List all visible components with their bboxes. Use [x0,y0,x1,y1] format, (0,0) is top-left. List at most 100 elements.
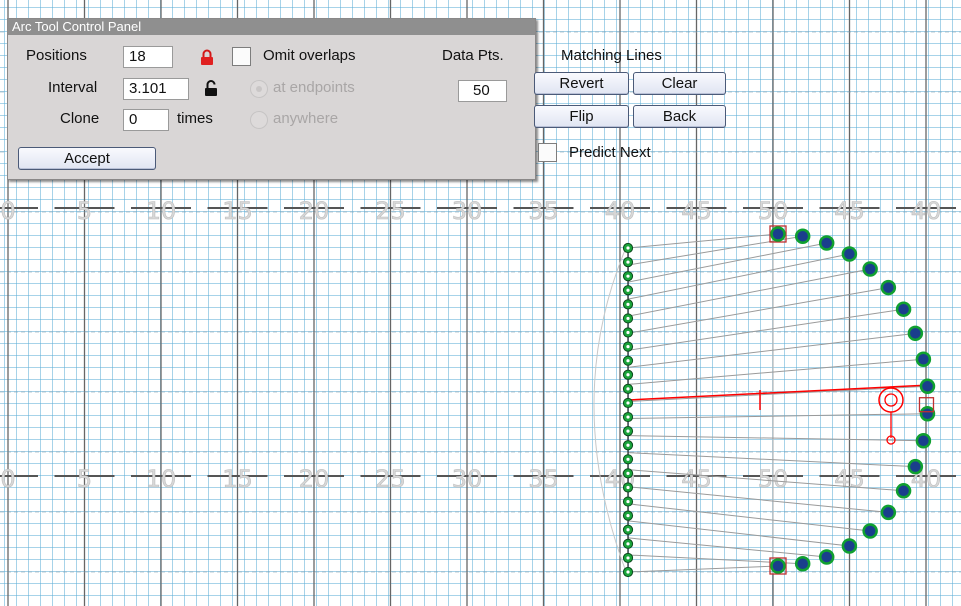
arc-pivot-inner [884,393,898,407]
marcher-dot-arc[interactable] [895,301,912,317]
lock-closed-icon[interactable] [200,49,214,70]
yard-number-bottom: 5 [77,465,92,493]
marcher-dot-center [626,316,630,321]
yard-number-top: 0 [0,197,15,225]
times-label: times [177,110,213,127]
marcher-dot-arc[interactable] [841,246,858,262]
yard-number-top: 10 [146,197,177,225]
marcher-dot-arc[interactable] [770,558,786,574]
marcher-dot-arc[interactable] [770,226,786,242]
predict-next-label: Predict Next [569,144,651,161]
marcher-dot-center [626,274,630,278]
yard-number-top: 20 [299,197,330,225]
marcher-dot-center [626,556,630,560]
marcher-dot-arc[interactable] [895,483,912,499]
marcher-dot-center [626,260,630,264]
matching-line [627,268,871,317]
marcher-dot-center [626,345,630,349]
omit-overlaps-label: Omit overlaps [263,47,356,64]
marcher-dot-center [626,330,630,335]
yard-number-bottom: 25 [375,465,406,493]
data-pts-label: Data Pts. [442,47,504,64]
clone-label: Clone [60,110,100,127]
yard-number-top: 5 [77,197,92,225]
marcher-dot-center [626,542,630,546]
matching-line [627,308,904,351]
marcher-dot-center [626,429,630,433]
matching-line [627,537,827,558]
marcher-dot-center [626,528,630,532]
positions-input[interactable]: 18 [123,46,173,68]
yard-number-bottom: 0 [0,465,15,493]
clone-input[interactable]: 0 [123,109,169,131]
marcher-dot-arc[interactable] [862,523,878,539]
marcher-dot-center [626,485,630,490]
marcher-dot-center [626,443,630,447]
yard-number-top: 45 [834,197,865,225]
marcher-dot-center [626,401,630,405]
matching-lines-label: Matching Lines [561,47,662,64]
marcher-dot-center [626,359,630,363]
marcher-dot-center [626,387,630,391]
yard-number-bottom: 15 [222,465,253,493]
marcher-dot-arc[interactable] [880,279,897,296]
interval-input[interactable]: 3.101 [123,78,189,100]
marcher-dot-center [626,570,630,574]
marcher-dot-arc[interactable] [841,538,858,554]
yard-number-bottom: 45 [681,465,712,493]
matching-line [627,358,924,385]
marcher-dot-arc[interactable] [794,228,811,245]
yard-number-bottom: 45 [834,465,865,493]
yard-number-top: 25 [375,197,406,225]
marcher-dot-arc[interactable] [880,504,897,521]
panel-title[interactable]: Arc Tool Control Panel [8,19,535,35]
marcher-dot-center [626,302,630,306]
marcher-dot-arc[interactable] [818,549,835,565]
yard-number-top: 40 [605,197,636,225]
arc-tool-control-panel: Arc Tool Control Panel Positions 18 Omit… [7,18,726,180]
marcher-dot-center [626,471,630,475]
at-endpoints-radio[interactable] [250,80,268,98]
yard-number-bottom: 20 [299,465,330,493]
matching-line [627,503,871,532]
matching-line [627,332,916,368]
yard-number-top: 15 [222,197,253,225]
clear-button[interactable]: Clear [633,72,726,95]
revert-button[interactable]: Revert [534,72,629,95]
flip-button[interactable]: Flip [534,105,629,128]
accept-button[interactable]: Accept [18,147,156,170]
marcher-dot-arc[interactable] [907,325,924,342]
yard-number-top: 35 [528,197,559,225]
marcher-dot-center [626,457,630,461]
omit-overlaps-checkbox[interactable] [232,47,251,66]
marcher-dot-arc[interactable] [907,458,924,475]
back-button[interactable]: Back [633,105,726,128]
yard-number-bottom: 30 [452,465,483,493]
marcher-dot-arc[interactable] [915,351,932,367]
yard-number-top: 45 [681,197,712,225]
marcher-dot-arc[interactable] [915,433,932,449]
at-endpoints-label: at endpoints [273,79,355,96]
interval-label: Interval [48,79,98,96]
matching-line [627,385,928,402]
marcher-dot-arc[interactable] [919,378,936,395]
marcher-dot-arc[interactable] [862,261,878,277]
marcher-dot-arc[interactable] [794,555,811,572]
anywhere-radio[interactable] [250,111,268,129]
marcher-dot-center [626,499,630,504]
lock-open-icon[interactable] [204,80,218,101]
predict-next-checkbox[interactable] [538,143,557,162]
positions-label: Positions [26,47,87,64]
matching-line [627,413,928,420]
matching-line [627,565,779,573]
marcher-dot-arc[interactable] [919,405,936,422]
yard-number-bottom: 35 [528,465,559,493]
matching-line [627,435,924,442]
marcher-dot-center [626,246,630,250]
marcher-dot-arc[interactable] [818,235,835,251]
marcher-dot-center [626,415,630,419]
yard-number-top: 50 [758,197,789,225]
anywhere-label: anywhere [273,110,339,127]
yard-number-top: 30 [452,197,483,225]
data-pts-input[interactable]: 50 [458,80,507,102]
